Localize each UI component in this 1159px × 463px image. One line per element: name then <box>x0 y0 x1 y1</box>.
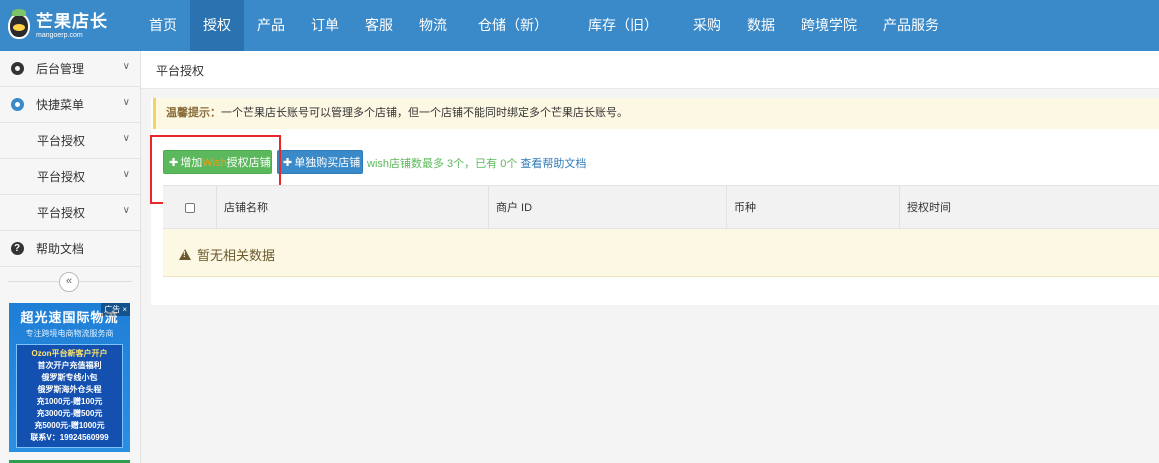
nav-logistics[interactable]: 物流 <box>406 0 460 51</box>
plus-icon: ✚ <box>283 157 293 169</box>
mango-logo-icon <box>8 8 30 39</box>
nav-customer-service[interactable]: 客服 <box>352 0 406 51</box>
nav-product-service[interactable]: 产品服务 <box>870 0 952 51</box>
nav-academy[interactable]: 跨境学院 <box>788 0 870 51</box>
select-all-cell <box>163 186 217 230</box>
gear-icon <box>10 62 24 75</box>
table-header: 店铺名称 商户 ID 币种 授权时间 <box>163 185 1159 230</box>
ad-line: 充3000元-赠500元 <box>36 409 103 418</box>
column-header-auth-time[interactable]: 授权时间 <box>900 186 1159 230</box>
chevron-down-icon: ∨ <box>122 205 130 216</box>
ad-line: Ozon平台新客户开户 <box>31 349 108 358</box>
nav-purchasing[interactable]: 采购 <box>680 0 734 51</box>
sidebar-item-label: 平台授权 <box>37 206 86 220</box>
logo-domain: mangoerp.com <box>36 31 83 39</box>
main-nav: 首页 授权 产品 订单 客服 物流 仓储（新） 库存（旧） 采购 数据 跨境学院… <box>136 0 952 51</box>
menu-dot-icon <box>10 98 24 111</box>
buy-store-button[interactable]: ✚ 单独购买店铺 <box>277 150 363 174</box>
nav-products[interactable]: 产品 <box>244 0 298 51</box>
nav-authorization[interactable]: 授权 <box>190 0 244 51</box>
sidebar-ad-banner[interactable]: 广告 × 超光速国际物流 专注跨境电商物流服务商 Ozon平台新客户开户 首次开… <box>9 303 130 452</box>
table-empty-row: 暂无相关数据 <box>163 229 1159 277</box>
sidebar-item-label: 平台授权 <box>37 170 86 184</box>
ad-line: 充5000元-赠1000元 <box>34 421 105 430</box>
chevron-down-icon: ∨ <box>122 97 130 108</box>
nav-orders[interactable]: 订单 <box>298 0 352 51</box>
close-icon[interactable]: × <box>122 305 127 314</box>
collapse-sidebar-button[interactable]: « <box>59 272 79 292</box>
ad-line: 首次开户充值福利 <box>37 361 102 370</box>
ad-tag-label: 广告 <box>104 305 121 314</box>
ad-content: Ozon平台新客户开户 首次开户充值福利 俄罗斯专线小包 俄罗斯海外仓头程 充1… <box>16 344 123 448</box>
notice-text: 一个芒果店长账号可以管理多个店铺，但一个店铺不能同时绑定多个芒果店长账号。 <box>221 107 628 119</box>
ad-subtitle: 专注跨境电商物流服务商 <box>25 329 114 338</box>
sidebar-item-help-docs[interactable]: ? 帮助文档 <box>0 231 140 267</box>
sidebar-item-label: 后台管理 <box>36 62 85 76</box>
sidebar-item-platform-auth[interactable]: 平台授权 ∨ <box>0 123 140 159</box>
sidebar-item-shortcut-menu[interactable]: 快捷菜单 ∨ <box>0 87 140 123</box>
top-navbar: 芒果店长 mangoerp.com 首页 授权 产品 订单 客服 物流 仓储（新… <box>0 0 1159 51</box>
help-icon: ? <box>10 242 24 255</box>
chevron-down-icon: ∨ <box>122 61 130 72</box>
sidebar-item-platform-auth[interactable]: 平台授权 ∨ <box>0 159 140 195</box>
tip-notice: 温馨提示：一个芒果店长账号可以管理多个店铺，但一个店铺不能同时绑定多个芒果店长账… <box>153 98 1159 129</box>
ad-line: 俄罗斯海外仓头程 <box>37 385 102 394</box>
sidebar-item-platform-auth[interactable]: 平台授权 ∨ <box>0 195 140 231</box>
ad-line: 充1000元-赠100元 <box>36 397 103 406</box>
sidebar-item-label: 平台授权 <box>37 134 86 148</box>
warning-icon <box>179 249 191 260</box>
sidebar-item-label: 帮助文档 <box>36 242 85 256</box>
ad-line: 联系V：19924560999 <box>30 433 109 442</box>
column-header-merchant-id[interactable]: 商户 ID <box>489 186 727 230</box>
nav-warehouse-new[interactable]: 仓储（新） <box>460 0 566 51</box>
column-header-store-name[interactable]: 店铺名称 <box>217 186 489 230</box>
store-quota-info: wish店铺数最多 3个，已有 0个 查看帮助文档 <box>367 158 587 170</box>
nav-inventory-old[interactable]: 库存（旧） <box>566 0 680 51</box>
help-doc-link[interactable]: 查看帮助文档 <box>520 158 586 170</box>
chevron-down-icon: ∨ <box>122 133 130 144</box>
nav-home[interactable]: 首页 <box>136 0 190 51</box>
logo[interactable]: 芒果店长 mangoerp.com <box>0 0 140 51</box>
ad-line: 俄罗斯专线小包 <box>41 373 98 382</box>
select-all-checkbox[interactable] <box>185 203 195 213</box>
nav-data[interactable]: 数据 <box>734 0 788 51</box>
breadcrumb-bar: 平台授权 <box>141 51 1159 89</box>
sidebar-item-label: 快捷菜单 <box>36 98 85 112</box>
logo-name: 芒果店长 <box>36 11 108 31</box>
notice-label: 温馨提示： <box>166 107 221 119</box>
column-header-currency[interactable]: 币种 <box>727 186 900 230</box>
breadcrumb: 平台授权 <box>156 64 205 78</box>
empty-message: 暂无相关数据 <box>197 248 276 263</box>
sidebar-item-admin[interactable]: 后台管理 ∨ <box>0 51 140 87</box>
chevron-down-icon: ∨ <box>122 169 130 180</box>
